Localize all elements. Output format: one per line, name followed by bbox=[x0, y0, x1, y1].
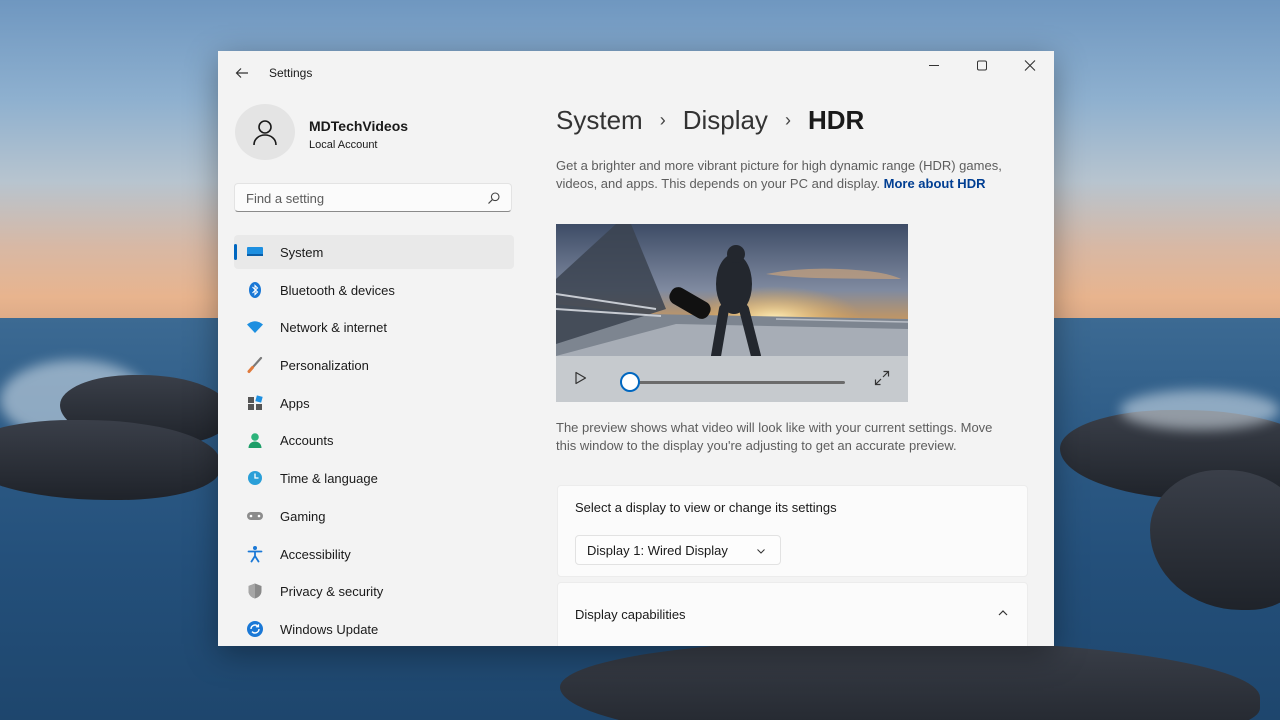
sidebar-item-label: System bbox=[280, 245, 324, 260]
settings-window: Settings MDTechVideos Local Account Find… bbox=[218, 51, 1054, 646]
app-title: Settings bbox=[269, 66, 313, 80]
back-button[interactable] bbox=[232, 63, 252, 83]
sidebar-item-label: Network & internet bbox=[280, 320, 387, 336]
apps-icon bbox=[248, 395, 263, 410]
more-about-hdr-link[interactable]: More about HDR bbox=[884, 176, 986, 191]
seek-slider-thumb[interactable] bbox=[620, 372, 640, 392]
seek-track[interactable] bbox=[630, 381, 845, 384]
hdr-description: Get a brighter and more vibrant picture … bbox=[556, 157, 1016, 192]
fullscreen-icon[interactable] bbox=[874, 370, 890, 386]
sidebar-item-privacy[interactable]: Privacy & security bbox=[234, 574, 514, 608]
close-icon bbox=[1024, 60, 1036, 71]
display-select-title: Select a display to view or change its s… bbox=[575, 500, 837, 515]
sidebar-item-system[interactable]: System bbox=[234, 235, 514, 269]
search-icon[interactable] bbox=[487, 191, 501, 205]
update-icon bbox=[247, 620, 263, 637]
globe-clock-icon bbox=[248, 471, 262, 486]
display-dropdown-value: Display 1: Wired Display bbox=[587, 543, 728, 558]
account-header[interactable]: MDTechVideos Local Account bbox=[235, 104, 505, 160]
gamepad-icon bbox=[247, 511, 263, 520]
video-controls bbox=[556, 356, 908, 402]
sidebar-item-label: Time & language bbox=[280, 471, 378, 487]
account-name: MDTechVideos bbox=[309, 118, 409, 134]
breadcrumb: System › Display › HDR bbox=[556, 105, 864, 136]
sidebar-item-label: Accessibility bbox=[280, 546, 351, 562]
display-capabilities-card[interactable]: Display capabilities bbox=[557, 582, 1028, 646]
sidebar-item-label: Gaming bbox=[280, 508, 326, 524]
sidebar-item-apps[interactable]: Apps bbox=[234, 386, 514, 420]
video-frame bbox=[556, 224, 908, 356]
sidebar-item-personalization[interactable]: Personalization bbox=[234, 348, 514, 382]
wave-foam bbox=[1120, 390, 1280, 430]
sidebar-item-windows-update[interactable]: Windows Update bbox=[234, 612, 514, 646]
accessibility-icon bbox=[247, 545, 263, 562]
sidebar-item-network[interactable]: Network & internet bbox=[234, 310, 514, 344]
search-input[interactable]: Find a setting bbox=[234, 183, 512, 212]
sidebar-item-label: Bluetooth & devices bbox=[280, 282, 395, 298]
back-arrow-icon bbox=[235, 68, 248, 78]
sidebar-item-gaming[interactable]: Gaming bbox=[234, 499, 514, 533]
breadcrumb-separator: › bbox=[784, 110, 791, 130]
breadcrumb-display[interactable]: Display bbox=[683, 105, 768, 136]
sidebar-item-accounts[interactable]: Accounts bbox=[234, 423, 514, 457]
chevron-down-icon bbox=[757, 549, 765, 554]
sidebar-item-label: Personalization bbox=[280, 358, 369, 374]
system-icon bbox=[247, 247, 263, 256]
sidebar-item-time-language[interactable]: Time & language bbox=[234, 461, 514, 495]
account-type: Local Account bbox=[309, 139, 378, 151]
preview-note: The preview shows what video will look l… bbox=[556, 420, 993, 453]
bluetooth-icon bbox=[249, 281, 261, 298]
minimize-button[interactable] bbox=[914, 57, 954, 85]
person-icon bbox=[248, 433, 262, 449]
display-capabilities-title: Display capabilities bbox=[575, 607, 686, 622]
sidebar-item-accessibility[interactable]: Accessibility bbox=[234, 537, 514, 571]
user-icon bbox=[253, 120, 277, 146]
sidebar-item-label: Apps bbox=[280, 395, 310, 411]
display-dropdown[interactable]: Display 1: Wired Display bbox=[575, 535, 781, 565]
page-title: HDR bbox=[807, 105, 865, 135]
brush-icon bbox=[247, 356, 263, 374]
maximize-button[interactable] bbox=[962, 57, 1002, 85]
hdr-video-preview bbox=[556, 224, 908, 402]
maximize-icon bbox=[977, 60, 987, 71]
breadcrumb-system[interactable]: System bbox=[556, 105, 643, 136]
sidebar-item-bluetooth[interactable]: Bluetooth & devices bbox=[234, 273, 514, 307]
avatar bbox=[235, 104, 295, 160]
chevron-up-icon[interactable] bbox=[997, 607, 1009, 619]
minimize-icon bbox=[929, 65, 939, 66]
wifi-icon bbox=[247, 321, 263, 334]
sidebar-item-label: Accounts bbox=[280, 433, 334, 449]
search-placeholder: Find a setting bbox=[246, 191, 325, 206]
shield-icon bbox=[248, 583, 262, 599]
play-icon[interactable] bbox=[572, 370, 588, 386]
sidebar-item-label: Privacy & security bbox=[280, 584, 384, 600]
display-select-card: Select a display to view or change its s… bbox=[557, 485, 1028, 577]
sidebar-nav: System Bluetooth & devices Network & int… bbox=[234, 235, 514, 646]
title-bar: Settings bbox=[218, 51, 1054, 95]
breadcrumb-separator: › bbox=[659, 110, 666, 130]
close-button[interactable] bbox=[1010, 57, 1050, 85]
sidebar-item-label: Windows Update bbox=[280, 621, 379, 637]
